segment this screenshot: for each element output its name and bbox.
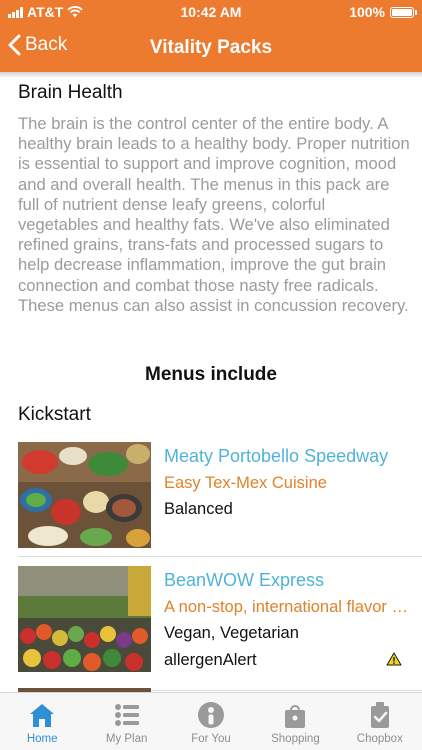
battery-icon <box>390 6 417 18</box>
tab-label: Home <box>26 733 58 745</box>
pack-title: Brain Health <box>18 82 123 103</box>
battery-group: 100% <box>349 4 417 20</box>
person-icon <box>198 702 225 728</box>
page-title: Vitality Packs <box>149 37 273 58</box>
tab-shopping[interactable]: Shopping <box>253 693 337 750</box>
section-label-kickstart: Kickstart <box>18 404 91 425</box>
checked-box-icon <box>370 702 389 728</box>
warning-icon[interactable] <box>386 652 402 666</box>
menu-cuisine: Easy Tex-Mex Cuisine <box>164 474 327 492</box>
tab-label: For You <box>191 733 231 745</box>
tab-label: Chopbox <box>356 733 403 745</box>
menu-item[interactable]: BeanWOW Express A non-stop, internationa… <box>18 566 422 676</box>
divider <box>18 556 422 557</box>
menu-thumbnail <box>18 566 151 672</box>
shopping-bag-icon <box>285 705 306 728</box>
navbar-shadow <box>0 72 422 78</box>
tab-chopbox[interactable]: Chopbox <box>338 693 422 750</box>
pack-description: The brain is the control center of the e… <box>18 114 410 315</box>
battery-percent: 100% <box>349 4 385 20</box>
menu-name[interactable]: BeanWOW Express <box>164 570 410 591</box>
tab-for-you[interactable]: For You <box>169 693 253 750</box>
menus-heading: Menus include <box>145 364 277 385</box>
tab-my-plan[interactable]: My Plan <box>84 693 168 750</box>
tab-label: My Plan <box>105 733 148 745</box>
menu-diet-tags: Vegan, Vegetarian <box>164 624 299 642</box>
menu-item[interactable]: Meaty Portobello Speedway Easy Tex-Mex C… <box>18 442 422 552</box>
home-icon <box>30 704 55 727</box>
navigation-bar: Back Vitality Packs <box>0 24 422 72</box>
menu-name[interactable]: Meaty Portobello Speedway <box>164 446 410 467</box>
tab-label: Shopping <box>271 733 320 745</box>
tab-home[interactable]: Home <box>0 693 84 750</box>
pack-detail-scroll[interactable]: Brain Health The brain is the control ce… <box>0 72 422 692</box>
menu-diet-tags: Balanced <box>164 500 233 518</box>
allergen-alert-label: allergenAlert <box>164 651 257 669</box>
menu-cuisine: A non-stop, international flavor tour <box>164 598 410 616</box>
tab-bar: Home My Plan For You Shopping Chopbox <box>0 692 422 750</box>
status-bar: AT&T 10:42 AM 100% <box>0 0 422 24</box>
list-icon <box>114 704 139 726</box>
menu-thumbnail <box>18 442 151 548</box>
